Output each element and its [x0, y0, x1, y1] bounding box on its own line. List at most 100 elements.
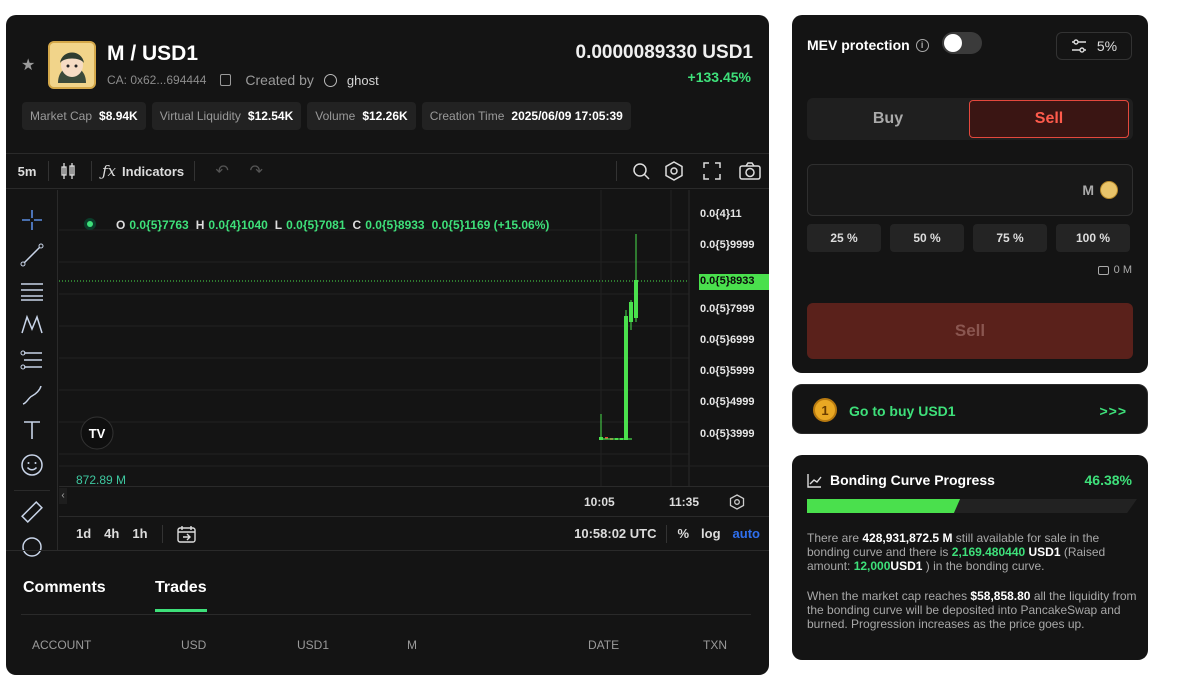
- date-range-icon[interactable]: [176, 525, 197, 543]
- stat-value: 2025/06/09 17:05:39: [511, 109, 623, 123]
- ohlc-delta: 0.0{5}1169 (+15.06%): [431, 218, 550, 232]
- creator-name[interactable]: ghost: [347, 73, 379, 88]
- settings-icon[interactable]: [655, 154, 693, 188]
- bonding-curve-label: Bonding Curve Progress: [830, 472, 995, 488]
- stat-label: Market Cap: [30, 109, 93, 123]
- percent-scale-toggle[interactable]: %: [677, 526, 689, 541]
- tradingview-logo: TV: [80, 416, 114, 450]
- sell-tab[interactable]: Sell: [969, 100, 1129, 138]
- stat-value: $12.26K: [362, 109, 408, 123]
- emoji-icon[interactable]: [20, 453, 44, 477]
- ohlc-value: 0.0{5}7763: [129, 218, 189, 232]
- tab-comments[interactable]: Comments: [23, 579, 106, 597]
- raised-unit: USD1: [890, 559, 923, 573]
- token-symbol: M: [1082, 182, 1094, 198]
- ohlc-value: 0.0{4}1040: [208, 218, 268, 232]
- amount-input[interactable]: M: [807, 164, 1133, 216]
- price-chart[interactable]: TV O 0.0{5}7763 H 0.0{4}1040 L 0.0{5}7081 C…: [59, 190, 769, 504]
- utc-clock[interactable]: 10:58:02 UTC: [574, 526, 656, 541]
- divider: [91, 161, 92, 181]
- divider: [194, 161, 196, 181]
- chart-canvas: TV: [59, 190, 769, 486]
- created-by-label: Created by: [245, 72, 314, 88]
- divider: [14, 490, 50, 491]
- ohlc-values: O 0.0{5}7763 H 0.0{4}1040 L 0.0{5}7081 C 0.0…: [116, 218, 549, 232]
- token-avatar: [48, 41, 96, 89]
- range-4h[interactable]: 4h: [104, 526, 119, 541]
- percent-50-button[interactable]: 50 %: [890, 224, 964, 252]
- price-axis-tick: 0.0{5}9999: [700, 239, 755, 251]
- target-market-cap: $58,858.80: [970, 589, 1031, 603]
- stat-value: $12.54K: [247, 109, 294, 123]
- info-icon[interactable]: i: [915, 38, 929, 52]
- sell-submit-button[interactable]: Sell: [807, 303, 1133, 359]
- percent-75-button[interactable]: 75 %: [973, 224, 1047, 252]
- tab-trades[interactable]: Trades: [155, 579, 207, 612]
- divider: [161, 524, 163, 543]
- creator-avatar-icon: [323, 73, 337, 87]
- ohlc-label: O: [116, 218, 126, 232]
- buy-sell-switch: Buy Sell: [807, 98, 1133, 140]
- percent-25-button[interactable]: 25 %: [807, 224, 881, 252]
- brush-icon[interactable]: [20, 383, 44, 407]
- stat-virtual-liquidity: Virtual Liquidity $12.54K: [151, 102, 302, 130]
- percent-100-button[interactable]: 100 %: [1056, 224, 1130, 252]
- axis-settings-icon[interactable]: [729, 494, 745, 510]
- remaining-amount: 428,931,872.5: [862, 531, 940, 545]
- mev-toggle[interactable]: [942, 32, 982, 54]
- horizontal-lines-icon[interactable]: [20, 278, 44, 302]
- interval-selector[interactable]: 5m: [6, 154, 48, 188]
- candle-type-icon[interactable]: [55, 154, 81, 188]
- divider: [666, 524, 668, 543]
- ruler-icon[interactable]: [20, 500, 44, 524]
- price-change: +133.45%: [687, 69, 751, 85]
- range-1d[interactable]: 1d: [76, 526, 91, 541]
- price-axis-tick: 0.0{5}7999: [700, 303, 755, 315]
- fullscreen-icon[interactable]: [693, 154, 731, 188]
- stat-creation-time: Creation Time 2025/06/09 17:05:39: [421, 102, 631, 130]
- sliders-icon: [1071, 39, 1086, 53]
- divider: [616, 161, 617, 181]
- token-price: 0.0000089330 USD1: [575, 42, 753, 63]
- time-tick: 10:05: [584, 495, 615, 509]
- stat-value: $8.94K: [99, 109, 138, 123]
- indicators-button[interactable]: ƒx Indicators: [102, 154, 184, 188]
- crosshair-icon[interactable]: [20, 208, 44, 232]
- amount-token: M: [1082, 181, 1118, 199]
- camera-icon[interactable]: [731, 154, 769, 188]
- go-to-buy-label: Go to buy USD1: [849, 403, 956, 419]
- fib-icon[interactable]: [20, 348, 44, 372]
- indicators-label: Indicators: [122, 163, 185, 179]
- stat-volume: Volume $12.26K: [307, 102, 416, 130]
- pattern-icon[interactable]: [20, 313, 44, 337]
- drawing-tools-sidebar: [6, 190, 58, 557]
- star-icon[interactable]: ★: [21, 55, 35, 75]
- function-icon: ƒx: [102, 162, 117, 180]
- price-axis-tick: 0.0{5}5999: [700, 365, 755, 377]
- stat-label: Creation Time: [429, 109, 505, 123]
- quick-search-icon[interactable]: [627, 154, 655, 188]
- text: ) in the bonding curve.: [922, 559, 1045, 573]
- trend-line-icon[interactable]: [20, 243, 44, 267]
- text-icon[interactable]: [20, 418, 44, 442]
- candle: [634, 280, 638, 318]
- auto-scale-toggle[interactable]: auto: [733, 526, 760, 541]
- buy-tab[interactable]: Buy: [807, 98, 969, 140]
- mev-label: MEV protection: [807, 37, 910, 53]
- log-scale-toggle[interactable]: log: [701, 526, 721, 541]
- redo-icon[interactable]: ↷: [239, 154, 273, 188]
- copy-icon[interactable]: [220, 74, 232, 86]
- ohlc-label: C: [352, 218, 362, 232]
- chart-panel: ★ M / USD1 CA: 0x62...694444 Created by …: [6, 15, 769, 675]
- chart-icon: [807, 473, 822, 488]
- pair-title: M / USD1: [107, 42, 199, 65]
- slippage-button[interactable]: 5%: [1056, 32, 1132, 60]
- range-1h[interactable]: 1h: [132, 526, 147, 541]
- price-axis-tick: 0.0{4}11: [700, 208, 742, 220]
- undo-icon[interactable]: ↶: [205, 154, 239, 188]
- mev-protection: MEV protection i: [807, 37, 929, 53]
- go-to-buy-banner[interactable]: 1 Go to buy USD1 >>>: [792, 384, 1148, 434]
- candles: [599, 234, 638, 440]
- ohlc-label: H: [195, 218, 205, 232]
- price-axis-tick: 0.0{5}6999: [700, 334, 755, 346]
